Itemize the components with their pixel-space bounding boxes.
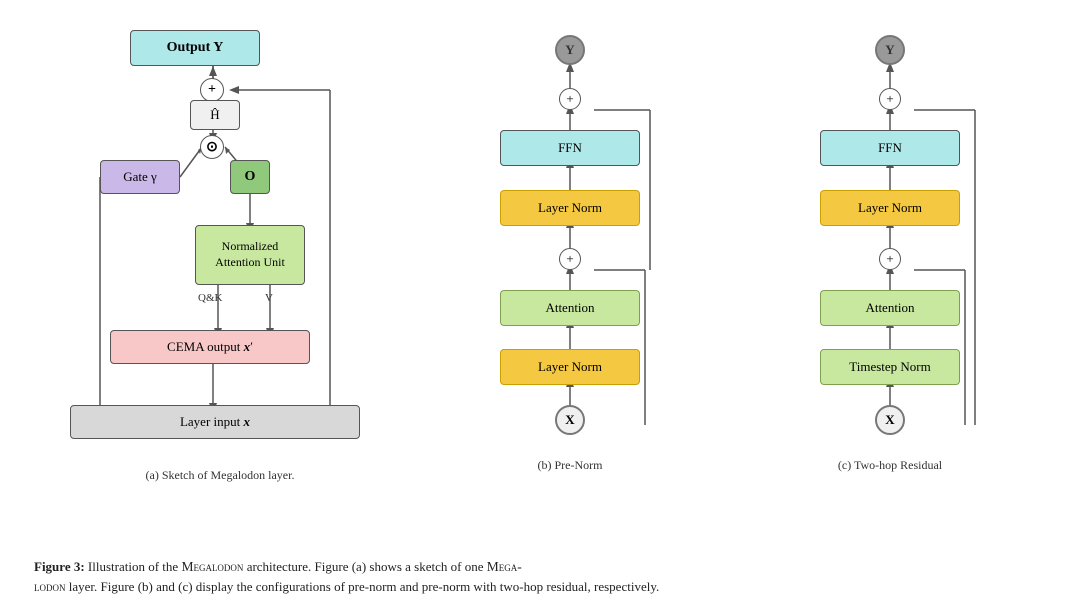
fig-a-diagram: Output Y + Ĥ ⊙ Gate γ O NormalizedAttent… [50, 30, 390, 460]
plus-op1-c: + [879, 248, 901, 270]
main-caption: Figure 3: Illustration of the Megalodon … [30, 557, 1050, 598]
plus-op2-b: + [559, 88, 581, 110]
y-node-b: Y [555, 35, 585, 65]
plus-op2-c: + [879, 88, 901, 110]
fig-b-caption: (b) Pre-Norm [538, 458, 603, 473]
ffn-box-b: FFN [500, 130, 640, 166]
qk-label: Q&K [198, 292, 222, 304]
layernorm2-box-b: Layer Norm [500, 190, 640, 226]
fig-c-diagram: Y + FFN Layer Norm + Attention [790, 30, 990, 450]
fig-b-diagram: Y + FFN Layer Norm + Attention [470, 30, 670, 450]
fig-a-caption: (a) Sketch of Megalodon layer. [146, 468, 295, 483]
v-label: V [265, 292, 273, 304]
figure-a: Output Y + Ĥ ⊙ Gate γ O NormalizedAttent… [30, 20, 410, 483]
layer-input-box: Layer input x [70, 405, 360, 439]
y-node-c: Y [875, 35, 905, 65]
layernorm-box-c: Layer Norm [820, 190, 960, 226]
figure-bc: Y + FFN Layer Norm + Attention [410, 20, 1050, 473]
x-node-c: X [875, 405, 905, 435]
hhat-box: Ĥ [190, 100, 240, 130]
fig-c-caption: (c) Two-hop Residual [838, 458, 942, 473]
x-node-b: X [555, 405, 585, 435]
plus-op1-b: + [559, 248, 581, 270]
figure-b: Y + FFN Layer Norm + Attention [410, 30, 730, 473]
gate-box: Gate γ [100, 160, 180, 194]
figure-c: Y + FFN Layer Norm + Attention [730, 30, 1050, 473]
dot-operator: ⊙ [200, 135, 224, 159]
attention-box-b: Attention [500, 290, 640, 326]
nau-box: NormalizedAttention Unit [195, 225, 305, 285]
output-box: Output Y [130, 30, 260, 66]
layernorm1-box-b: Layer Norm [500, 349, 640, 385]
timestepnorm-box-c: Timestep Norm [820, 349, 960, 385]
attention-box-c: Attention [820, 290, 960, 326]
plus-operator-top: + [200, 78, 224, 102]
ffn-box-c: FFN [820, 130, 960, 166]
o-box: O [230, 160, 270, 194]
cema-box: CEMA output x′ [110, 330, 310, 364]
